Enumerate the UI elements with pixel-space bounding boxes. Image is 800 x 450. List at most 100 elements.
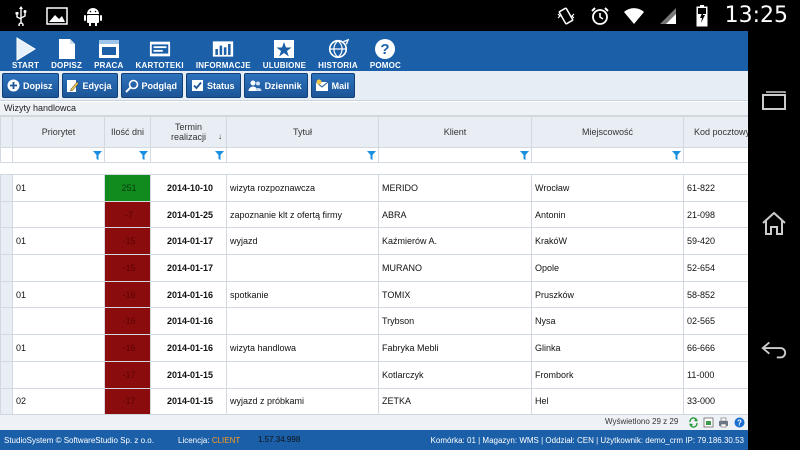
- cell-tytul[interactable]: [226, 360, 379, 389]
- cell-klient[interactable]: Trybson: [378, 307, 532, 336]
- menu-ulubione[interactable]: ULUBIONE: [257, 31, 312, 71]
- filter-cell-tytul[interactable]: [226, 147, 379, 163]
- table-row[interactable]: 01 -16 2014-01-16 spotkanie TOMIX Pruszków 58-…: [0, 280, 748, 309]
- cell-ilosc-dni[interactable]: -16: [104, 334, 151, 362]
- filter-icon[interactable]: [215, 151, 224, 160]
- cell-miejscowosc[interactable]: Glinka: [531, 334, 684, 362]
- cell-kod-pocztowy[interactable]: 66-666: [683, 334, 748, 362]
- cell-miejscowosc[interactable]: Pruszków: [531, 280, 684, 309]
- edit-button[interactable]: Edycja: [61, 73, 118, 98]
- menu-informacje[interactable]: INFORMACJE: [190, 31, 257, 71]
- print-icon[interactable]: [718, 417, 729, 428]
- cell-klient[interactable]: Kaźmierów A.: [378, 227, 532, 256]
- cell-miejscowosc[interactable]: Opole: [531, 254, 684, 282]
- filter-cell-termin[interactable]: [150, 147, 227, 163]
- cell-priorytet[interactable]: [12, 307, 105, 336]
- menu-pomoc[interactable]: ? POMOC: [364, 31, 407, 71]
- cell-tytul[interactable]: wyjazd z próbkami: [226, 387, 379, 414]
- cell-tytul[interactable]: wizyta handlowa: [226, 334, 379, 362]
- cell-tytul[interactable]: zapoznanie klt z ofertą firmy: [226, 200, 379, 229]
- cell-klient[interactable]: MERIDO: [378, 174, 532, 202]
- cell-termin[interactable]: 2014-01-16: [150, 307, 227, 336]
- cell-ilosc-dni[interactable]: -16: [104, 280, 151, 309]
- cell-priorytet[interactable]: [12, 360, 105, 389]
- column-header-kod-pocztowy[interactable]: Kod pocztowy: [683, 116, 748, 148]
- cell-miejscowosc[interactable]: Antonin: [531, 200, 684, 229]
- column-header-termin-realizacji[interactable]: Termin realizacji ↓: [150, 116, 227, 148]
- cell-tytul[interactable]: wyjazd: [226, 227, 379, 256]
- cell-miejscowosc[interactable]: Nysa: [531, 307, 684, 336]
- recent-apps-icon[interactable]: [760, 87, 788, 115]
- cell-klient[interactable]: Fabryka Mebli: [378, 334, 532, 362]
- column-header-klient[interactable]: Klient: [378, 116, 532, 148]
- add-button[interactable]: Dopisz: [2, 73, 59, 98]
- cell-kod-pocztowy[interactable]: 11-000: [683, 360, 748, 389]
- table-row[interactable]: 01 251 2014-10-10 wizyta rozpoznawcza MERIDO…: [0, 174, 748, 202]
- menu-start[interactable]: START: [6, 31, 45, 71]
- info-icon[interactable]: ?: [734, 417, 745, 428]
- column-header-priorytet[interactable]: Priorytet: [12, 116, 105, 148]
- column-header-tytul[interactable]: Tytuł: [226, 116, 379, 148]
- filter-icon[interactable]: [520, 151, 529, 160]
- filter-cell-klient[interactable]: [378, 147, 532, 163]
- home-icon[interactable]: [760, 209, 788, 237]
- table-row[interactable]: -7 2014-01-25 zapoznanie klt z ofertą firm…: [0, 200, 748, 229]
- cell-termin[interactable]: 2014-01-15: [150, 360, 227, 389]
- filter-cell-ilosc-dni[interactable]: [104, 147, 151, 163]
- menu-historia[interactable]: HISTORIA: [312, 31, 364, 71]
- cell-klient[interactable]: MURANO: [378, 254, 532, 282]
- filter-cell-miejscowosc[interactable]: [531, 147, 684, 163]
- filter-icon[interactable]: [139, 151, 148, 160]
- cell-miejscowosc[interactable]: Hel: [531, 387, 684, 414]
- export-icon[interactable]: [703, 417, 714, 428]
- table-row[interactable]: -15 2014-01-17 MURANO Opole 52-654: [0, 254, 748, 282]
- cell-kod-pocztowy[interactable]: 33-000: [683, 387, 748, 414]
- cell-kod-pocztowy[interactable]: 58-852: [683, 280, 748, 309]
- cell-tytul[interactable]: wizyta rozpoznawcza: [226, 174, 379, 202]
- table-row[interactable]: -17 2014-01-15 Kotlarczyk Frombork 11-000: [0, 360, 748, 389]
- status-button[interactable]: Status: [186, 73, 241, 98]
- cell-kod-pocztowy[interactable]: 59-420: [683, 227, 748, 256]
- cell-ilosc-dni[interactable]: -15: [104, 227, 151, 256]
- cell-ilosc-dni[interactable]: -7: [104, 200, 151, 229]
- filter-icon[interactable]: [367, 151, 376, 160]
- refresh-icon[interactable]: [688, 417, 699, 428]
- cell-priorytet[interactable]: 01: [12, 280, 105, 309]
- cell-kod-pocztowy[interactable]: 02-565: [683, 307, 748, 336]
- mail-button[interactable]: Mail: [310, 73, 356, 98]
- cell-termin[interactable]: 2014-01-17: [150, 227, 227, 256]
- cell-miejscowosc[interactable]: Wrocław: [531, 174, 684, 202]
- cell-tytul[interactable]: spotkanie: [226, 280, 379, 309]
- back-icon[interactable]: [760, 335, 788, 363]
- cell-termin[interactable]: 2014-01-15: [150, 387, 227, 414]
- column-header-miejscowosc[interactable]: Miejscowość: [531, 116, 684, 148]
- cell-klient[interactable]: ABRA: [378, 200, 532, 229]
- cell-klient[interactable]: TOMIX: [378, 280, 532, 309]
- cell-priorytet[interactable]: 02: [12, 387, 105, 414]
- cell-termin[interactable]: 2014-01-17: [150, 254, 227, 282]
- menu-dopisz[interactable]: DOPISZ: [45, 31, 88, 71]
- cell-kod-pocztowy[interactable]: 61-822: [683, 174, 748, 202]
- journal-button[interactable]: Dziennik: [243, 73, 308, 98]
- table-row[interactable]: 01 -16 2014-01-16 wizyta handlowa Fabryka Me…: [0, 334, 748, 362]
- cell-termin[interactable]: 2014-01-16: [150, 334, 227, 362]
- cell-ilosc-dni[interactable]: 251: [104, 174, 151, 202]
- table-row[interactable]: 02 -17 2014-01-15 wyjazd z próbkami ZETKA Hel…: [0, 387, 748, 414]
- cell-priorytet[interactable]: [12, 200, 105, 229]
- cell-kod-pocztowy[interactable]: 52-654: [683, 254, 748, 282]
- cell-priorytet[interactable]: [12, 254, 105, 282]
- table-row[interactable]: -16 2014-01-16 Trybson Nysa 02-565: [0, 307, 748, 336]
- cell-ilosc-dni[interactable]: -17: [104, 387, 151, 414]
- cell-miejscowosc[interactable]: Frombork: [531, 360, 684, 389]
- cell-priorytet[interactable]: 01: [12, 227, 105, 256]
- cell-priorytet[interactable]: 01: [12, 334, 105, 362]
- cell-termin[interactable]: 2014-01-16: [150, 280, 227, 309]
- filter-icon[interactable]: [93, 151, 102, 160]
- filter-icon[interactable]: [672, 151, 681, 160]
- cell-ilosc-dni[interactable]: -15: [104, 254, 151, 282]
- menu-kartoteki[interactable]: KARTOTEKI: [130, 31, 190, 71]
- filter-cell-kod[interactable]: [683, 147, 748, 163]
- cell-ilosc-dni[interactable]: -17: [104, 360, 151, 389]
- cell-termin[interactable]: 2014-01-25: [150, 200, 227, 229]
- cell-miejscowosc[interactable]: KrakóW: [531, 227, 684, 256]
